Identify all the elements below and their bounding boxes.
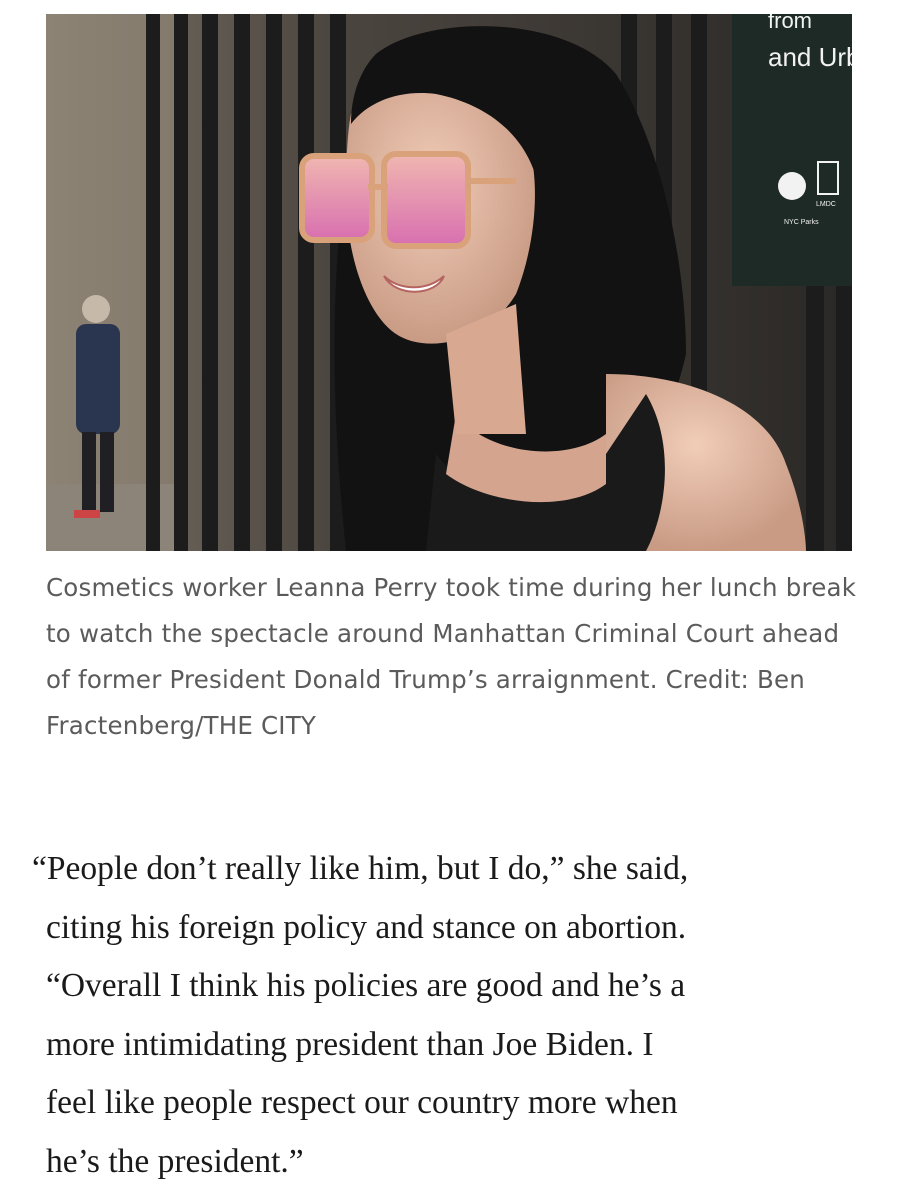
article-quote: “People don’t really like him, but I do,… bbox=[32, 840, 872, 1191]
quote-line: he’s the president.” bbox=[46, 1142, 304, 1180]
quote-line: “People don’t really like him, but I do,… bbox=[32, 850, 689, 887]
sign-logo-text: NYC Parks bbox=[784, 219, 819, 226]
article-photo: from and Urba NYC Parks LMDC bbox=[46, 14, 852, 551]
sign-text-line2: and Urba bbox=[768, 42, 852, 72]
quote-line: “Overall I think his policies are good a… bbox=[46, 967, 686, 1004]
nyc-parks-logo-icon bbox=[778, 172, 806, 200]
photo-caption: Cosmetics worker Leanna Perry took time … bbox=[46, 573, 857, 740]
quote-line: citing his foreign policy and stance on … bbox=[46, 908, 687, 946]
park-sign: from and Urba NYC Parks LMDC bbox=[732, 14, 852, 286]
quote-line: more intimidating president than Joe Bid… bbox=[46, 1025, 654, 1063]
photo-illustration: from and Urba NYC Parks LMDC bbox=[46, 14, 852, 551]
sign-logo2-text: LMDC bbox=[816, 201, 836, 208]
sign-text-line1: from bbox=[768, 14, 812, 33]
quote-line: feel like people respect our country mor… bbox=[46, 1084, 678, 1121]
